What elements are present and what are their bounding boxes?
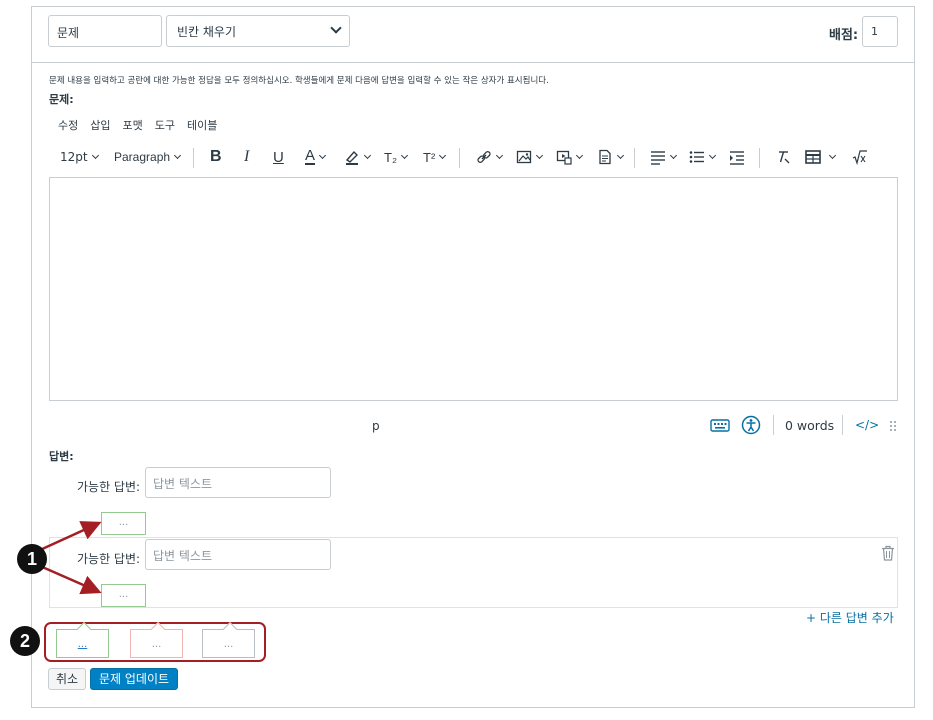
incorrect-answer-tag: ... — [130, 621, 183, 658]
callout-arrows — [39, 521, 102, 595]
callout-marker-2: 2 — [10, 626, 40, 656]
unanswered-tag: ... — [202, 621, 255, 658]
tag-text: ... — [77, 639, 88, 650]
update-question-button[interactable]: 문제 업데이트 — [90, 668, 178, 690]
tag-text: ... — [223, 639, 234, 650]
correct-answer-tag: ... — [56, 621, 109, 658]
tag-text: ... — [151, 639, 162, 650]
cancel-button[interactable]: 취소 — [48, 668, 86, 690]
callout-marker-1: 1 — [17, 544, 47, 574]
